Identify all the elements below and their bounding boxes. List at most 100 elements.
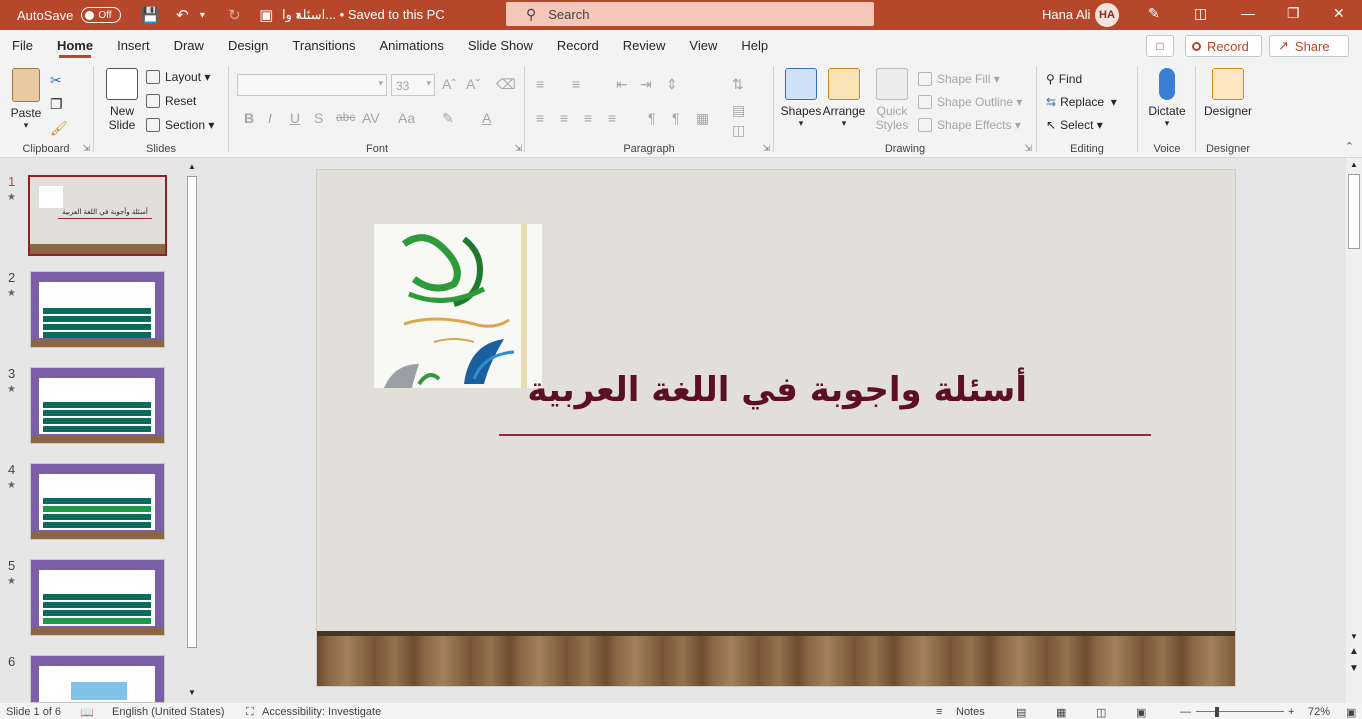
zoom-slider-handle[interactable] <box>1215 707 1219 717</box>
document-title[interactable]: اسئله وا... • Saved to this PC <box>282 7 445 23</box>
undo-icon[interactable]: ↶ <box>173 6 191 24</box>
notes-button[interactable]: Notes <box>956 706 985 718</box>
slide-title[interactable]: أسئلة واجوبة في اللغة العربية <box>497 370 1027 410</box>
justify-icon[interactable]: ≡ <box>608 110 616 126</box>
slide-thumbnail-2[interactable] <box>30 271 165 348</box>
scroll-down-icon[interactable]: ▼ <box>1350 632 1358 641</box>
bullets-icon[interactable]: ≡ <box>536 76 544 92</box>
format-painter-icon[interactable]: 🖌 <box>50 120 68 137</box>
change-case-icon[interactable]: Aa <box>398 110 415 126</box>
text-direction-icon[interactable]: ⇅ <box>732 76 744 93</box>
smartart-icon[interactable]: ◫ <box>732 122 745 139</box>
shadow-icon[interactable]: S <box>314 110 323 126</box>
align-left-icon[interactable]: ≡ <box>536 110 544 126</box>
slide-thumbnail-3[interactable] <box>30 367 165 444</box>
paste-button[interactable]: Paste ▾ <box>8 68 44 131</box>
layout-button[interactable]: Layout ▾ <box>146 70 210 84</box>
cut-icon[interactable]: ✂ <box>50 72 62 89</box>
tab-help[interactable]: Help <box>729 30 780 60</box>
minimize-icon[interactable]: — <box>1241 5 1255 21</box>
undo-dropdown-icon[interactable]: ▾ <box>193 10 211 21</box>
search-box[interactable]: ⚲ Search <box>506 2 874 26</box>
zoom-in-icon[interactable]: + <box>1288 706 1294 718</box>
select-button[interactable]: ↖ Select ▾ <box>1046 118 1103 132</box>
replace-button[interactable]: ⇆ Replace ▾ <box>1046 95 1117 109</box>
tab-slide-show[interactable]: Slide Show <box>456 30 545 60</box>
line-spacing-icon[interactable]: ⇕ <box>666 76 678 93</box>
clear-formatting-icon[interactable]: ⌫ <box>496 76 516 93</box>
rtl-icon[interactable]: ¶ <box>672 110 680 126</box>
paragraph-launcher-icon[interactable]: ⇲ <box>762 143 770 154</box>
section-button[interactable]: Section ▾ <box>146 118 214 132</box>
comments-button[interactable]: □ <box>1146 35 1174 57</box>
scroll-down-icon[interactable]: ▼ <box>188 688 196 697</box>
arabic-logo-image[interactable] <box>374 224 542 388</box>
pen-icon[interactable]: ✎ <box>1148 5 1160 22</box>
clipboard-launcher-icon[interactable]: ⇲ <box>82 143 90 154</box>
italic-icon[interactable]: I <box>268 110 272 126</box>
shape-outline-button[interactable]: Shape Outline ▾ <box>918 95 1022 109</box>
zoom-out-icon[interactable]: — <box>1180 706 1191 718</box>
previous-slide-icon[interactable]: ▲ <box>1349 646 1359 657</box>
slide-thumbnail-4[interactable] <box>30 463 165 540</box>
increase-indent-icon[interactable]: ⇥ <box>640 76 652 93</box>
bold-icon[interactable]: B <box>244 110 254 126</box>
tab-record[interactable]: Record <box>545 30 611 60</box>
numbering-icon[interactable]: ≡ <box>572 76 580 92</box>
align-center-icon[interactable]: ≡ <box>560 110 568 126</box>
new-slide-button[interactable]: New Slide <box>102 68 142 132</box>
copy-icon[interactable]: ❐ <box>50 96 63 113</box>
autosave-toggle[interactable]: Off <box>81 7 122 23</box>
tab-file[interactable]: File <box>0 30 45 60</box>
normal-view-icon[interactable]: ▤ <box>1016 706 1026 719</box>
slide-sorter-icon[interactable]: ▦ <box>1056 706 1066 719</box>
ltr-icon[interactable]: ¶ <box>648 110 656 126</box>
font-launcher-icon[interactable]: ⇲ <box>514 143 522 154</box>
accessibility-status[interactable]: Accessibility: Investigate <box>262 706 381 718</box>
scrollbar-thumb[interactable] <box>1348 174 1360 249</box>
slideshow-view-icon[interactable]: ▣ <box>1136 706 1146 719</box>
tab-view[interactable]: View <box>677 30 729 60</box>
next-slide-icon[interactable]: ▼ <box>1349 663 1359 674</box>
tab-draw[interactable]: Draw <box>162 30 216 60</box>
redo-icon[interactable]: ↻ <box>225 6 243 24</box>
tab-insert[interactable]: Insert <box>105 30 162 60</box>
slide-thumbnail-6[interactable] <box>30 655 165 703</box>
reading-view-icon[interactable]: ◫ <box>1096 706 1106 719</box>
slide-thumbnail-5[interactable] <box>30 559 165 636</box>
present-icon[interactable]: ▣ <box>257 6 275 24</box>
drawing-launcher-icon[interactable]: ⇲ <box>1024 143 1032 154</box>
increase-font-icon[interactable]: Aˆ <box>442 76 456 92</box>
scrollbar-thumb[interactable] <box>187 176 197 648</box>
zoom-slider[interactable] <box>1196 711 1284 712</box>
maximize-icon[interactable]: ❐ <box>1287 5 1300 22</box>
arrange-button[interactable]: Arrange ▾ <box>822 68 866 129</box>
shapes-button[interactable]: Shapes ▾ <box>780 68 822 129</box>
columns-icon[interactable]: ▦ <box>696 110 709 127</box>
character-spacing-icon[interactable]: AV <box>362 110 380 126</box>
align-text-icon[interactable]: ▤ <box>732 102 745 119</box>
slide-scrollbar[interactable]: ▲ ▼ ▲ ▼ <box>1346 158 1362 703</box>
font-size-field[interactable]: 33 ▾ <box>391 74 435 96</box>
highlight-icon[interactable]: ✎ <box>442 110 454 127</box>
fit-to-window-icon[interactable]: ▣ <box>1346 706 1356 719</box>
scroll-up-icon[interactable]: ▲ <box>188 162 196 171</box>
reset-button[interactable]: Reset <box>146 94 196 108</box>
spellcheck-icon[interactable]: 📖 <box>80 706 94 719</box>
tab-home[interactable]: Home <box>45 30 105 60</box>
tab-transitions[interactable]: Transitions <box>280 30 367 60</box>
slide-thumbnail-1[interactable]: أسئلة وأجوبة في اللغة العربية <box>28 175 167 256</box>
ribbon-display-icon[interactable]: ◫ <box>1194 5 1207 22</box>
record-button[interactable]: Record <box>1185 35 1262 57</box>
underline-icon[interactable]: U <box>290 110 300 126</box>
language-status[interactable]: English (United States) <box>112 706 225 718</box>
slide-canvas[interactable]: أسئلة واجوبة في اللغة العربية <box>316 169 1236 687</box>
tab-review[interactable]: Review <box>611 30 678 60</box>
decrease-indent-icon[interactable]: ⇤ <box>616 76 628 93</box>
designer-button[interactable]: Designer <box>1202 68 1254 118</box>
close-icon[interactable]: ✕ <box>1333 5 1345 22</box>
font-color-icon[interactable]: A <box>482 110 491 126</box>
collapse-ribbon-icon[interactable]: ⌃ <box>1345 140 1354 153</box>
save-icon[interactable]: 💾 <box>141 6 160 24</box>
find-button[interactable]: ⚲ Find <box>1046 72 1082 86</box>
